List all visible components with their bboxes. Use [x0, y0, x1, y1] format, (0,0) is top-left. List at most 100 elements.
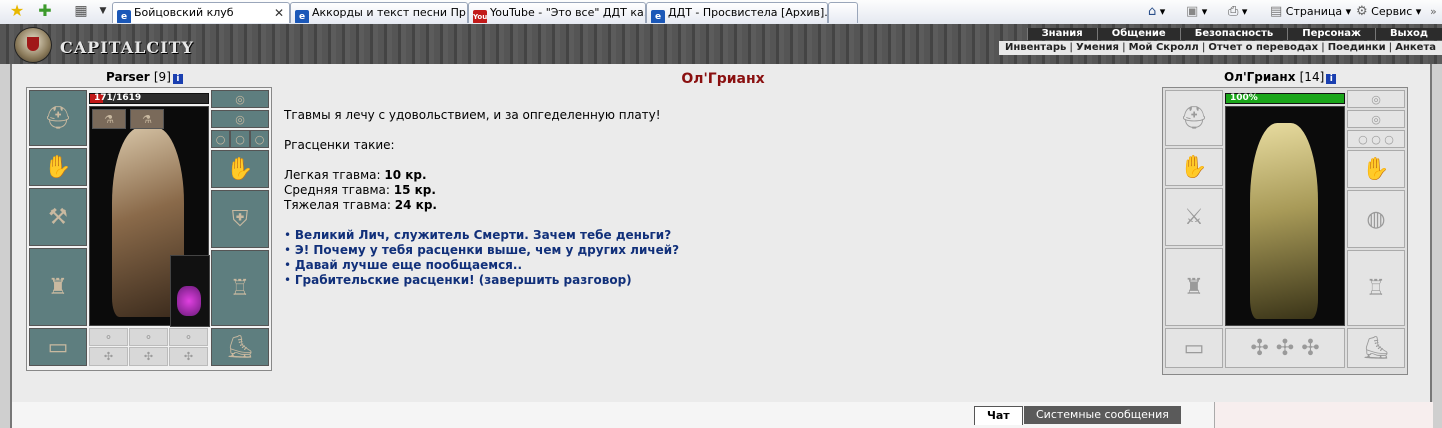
tab-chords[interactable]: e Аккорды и текст песни Пр... [290, 2, 468, 23]
potion-slot-2[interactable]: ⚗ [130, 109, 164, 129]
youtube-icon: You [473, 10, 487, 23]
submenu-my-scroll[interactable]: Мой Скролл [1129, 41, 1199, 55]
game-header: CAPITALCITY Знания Общение Безопасность … [0, 24, 1442, 64]
npc-belt-slot[interactable]: ▭ [1165, 328, 1223, 368]
npc-hp-text: 100% [1230, 93, 1258, 103]
dialog-option-1[interactable]: • Великий Лич, служитель Смерти. Зачем т… [284, 228, 679, 243]
dialog-option-2[interactable]: • Э! Почему у тебя расценки выше, чем у … [284, 243, 679, 258]
npc-boots-slot[interactable]: ⛸ [1347, 328, 1405, 368]
favorites-star-icon[interactable]: ★ [8, 2, 26, 20]
player-hp-text: 171/1619 [94, 93, 142, 103]
ring-a-slot[interactable]: ○ [211, 130, 230, 148]
menu-knowledge[interactable]: Знания [1026, 28, 1097, 40]
npc-gloves-slot[interactable]: ✋ [1347, 150, 1405, 188]
add-favorite-icon[interactable]: ✚ [36, 2, 54, 20]
npc-name[interactable]: Ол'Грианх [1224, 70, 1295, 84]
npc-rings-slot[interactable]: ○ ○ ○ [1347, 130, 1405, 148]
npc-figure[interactable] [1225, 106, 1345, 326]
rune-slot-2[interactable]: ✣ [129, 347, 168, 366]
logo-emblem [14, 27, 52, 63]
feeds-button[interactable]: ▣ ▾ [1186, 2, 1207, 22]
necklace-slot[interactable]: ◎ [211, 90, 269, 108]
close-tab-icon[interactable]: ✕ [274, 3, 284, 23]
belt-slot[interactable]: ▭ [29, 328, 87, 366]
boots-slot[interactable]: ⛸ [211, 328, 269, 366]
player-figure[interactable]: ⚗ ⚗ [89, 106, 210, 327]
npc-title: Ол'Грианх [14] i [1224, 70, 1337, 84]
new-tab-button[interactable] [828, 2, 858, 23]
gloves-slot[interactable]: ✋ [211, 150, 269, 188]
system-messages-tab[interactable]: Системные сообщения [1024, 406, 1181, 424]
ring-c-slot[interactable]: ○ [250, 130, 269, 148]
submenu-profile[interactable]: Анкета [1395, 41, 1436, 55]
npc-helmet-slot[interactable]: ⛑ [1165, 90, 1223, 146]
tools-menu-button[interactable]: ⚙ Сервис ▾ [1356, 2, 1421, 22]
ring-slot-1[interactable]: ⚬ [89, 328, 128, 346]
tab-ddt-archive[interactable]: e ДДТ - Просвистела [Архив]... [646, 2, 828, 23]
npc-earrings-slot[interactable]: ◎ [1347, 110, 1405, 128]
dialog-option-label[interactable]: Великий Лич, служитель Смерти. Зачем теб… [295, 228, 671, 242]
npc-leggings-slot[interactable]: ♖ [1347, 250, 1405, 326]
chat-tab[interactable]: Чат [974, 406, 1023, 425]
ring-b-slot[interactable]: ○ [230, 130, 250, 148]
tab-label: ДДТ - Просвистела [Архив]... [668, 6, 828, 19]
armor-slot[interactable]: ♜ [29, 248, 87, 326]
npc-necklace-slot[interactable]: ◎ [1347, 90, 1405, 108]
rune-slot-1[interactable]: ✣ [89, 347, 128, 366]
npc-info-icon[interactable]: i [1326, 74, 1337, 84]
quick-tabs-icon[interactable]: ▦ [72, 2, 90, 20]
menu-exit[interactable]: Выход [1374, 28, 1442, 40]
home-button[interactable]: ⌂ ▾ [1148, 2, 1165, 22]
dialog-title: Ол'Грианх [681, 71, 765, 87]
tab-fight-club[interactable]: e Бойцовский клуб ✕ [112, 2, 290, 23]
potion-slot-1[interactable]: ⚗ [92, 109, 126, 129]
price-value: 24 кр. [394, 198, 437, 212]
npc-armor-slot[interactable]: ♜ [1165, 248, 1223, 326]
home-icon: ⌂ [1148, 4, 1157, 19]
weapon-slot[interactable]: ⚒ [29, 188, 87, 246]
tools-menu-label: Сервис [1371, 5, 1413, 18]
earrings-slot[interactable]: ◎ [211, 110, 269, 128]
submenu-transfer-report[interactable]: Отчет о переводах [1208, 41, 1318, 55]
print-button[interactable]: ⎙ ▾ [1228, 2, 1247, 22]
online-users-panel [1214, 402, 1433, 428]
npc-dialog: Тгавмы я лечу с удовольствием, и за опге… [284, 108, 679, 288]
tab-label: Аккорды и текст песни Пр... [312, 6, 468, 19]
menu-character[interactable]: Персонаж [1287, 28, 1375, 40]
page-menu-button[interactable]: ▤ Страница ▾ [1270, 2, 1351, 22]
dialog-intro: Тгавмы я лечу с удовольствием, и за опге… [284, 108, 661, 122]
npc-shield-slot[interactable]: ◍ [1347, 190, 1405, 248]
menu-social[interactable]: Общение [1096, 28, 1180, 40]
leggings-slot[interactable]: ♖ [211, 250, 269, 326]
rune-slot-3[interactable]: ✣ [169, 347, 208, 366]
dialog-option-label[interactable]: Грабительские расценки! (завершить разго… [295, 273, 632, 287]
submenu-inventory[interactable]: Инвентарь [1005, 41, 1066, 55]
npc-bracers-slot[interactable]: ✋ [1165, 148, 1223, 186]
menu-security[interactable]: Безопасность [1179, 28, 1288, 40]
pet-slot[interactable] [170, 255, 210, 327]
shield-slot[interactable]: ⛨ [211, 190, 269, 248]
ring-slot-2[interactable]: ⚬ [129, 328, 168, 346]
submenu-skills[interactable]: Умения [1076, 41, 1119, 55]
dialog-option-4[interactable]: • Грабительские расценки! (завершить раз… [284, 273, 679, 288]
ie-page-icon: e [117, 10, 131, 23]
price-light: Легкая тгавма: 10 кр. [284, 168, 679, 183]
player-equipment-panel: ⛑ ✋ ⚒ ♜ ▭ 171/1619 ⚗ ⚗ ⚬ ⚬ ⚬ ✣ ✣ ✣ ◎ ◎ ○… [26, 87, 272, 371]
tab-list-dropdown-icon[interactable]: ▼ [94, 2, 112, 20]
dialog-option-label[interactable]: Давай лучше еще пообщаемся.. [295, 258, 522, 272]
helmet-slot[interactable]: ⛑ [29, 90, 87, 146]
tab-youtube[interactable]: You YouTube - "Это все" ДДТ ка... [468, 2, 646, 23]
ring-slot-3[interactable]: ⚬ [169, 328, 208, 346]
npc-weapon-slot[interactable]: ⚔ [1165, 188, 1223, 246]
dialog-option-3[interactable]: • Давай лучше еще пообщаемся.. [284, 258, 679, 273]
bracers-slot[interactable]: ✋ [29, 148, 87, 186]
site-logo[interactable]: CAPITALCITY [60, 38, 194, 57]
toolbar-overflow-icon[interactable]: » [1430, 2, 1437, 22]
npc-rune-slots[interactable]: ✣ ✣ ✣ [1225, 328, 1345, 368]
price-list: Легкая тгавма: 10 кр. Средняя тгавма: 15… [284, 168, 679, 213]
prices-header: Ргасценки такие: [284, 138, 395, 152]
submenu-battles[interactable]: Поединки [1328, 41, 1386, 55]
dialog-option-label[interactable]: Э! Почему у тебя расценки выше, чем у др… [295, 243, 679, 257]
ie-page-icon: e [295, 10, 309, 23]
price-label: Тяжелая тгавма: [284, 198, 391, 212]
